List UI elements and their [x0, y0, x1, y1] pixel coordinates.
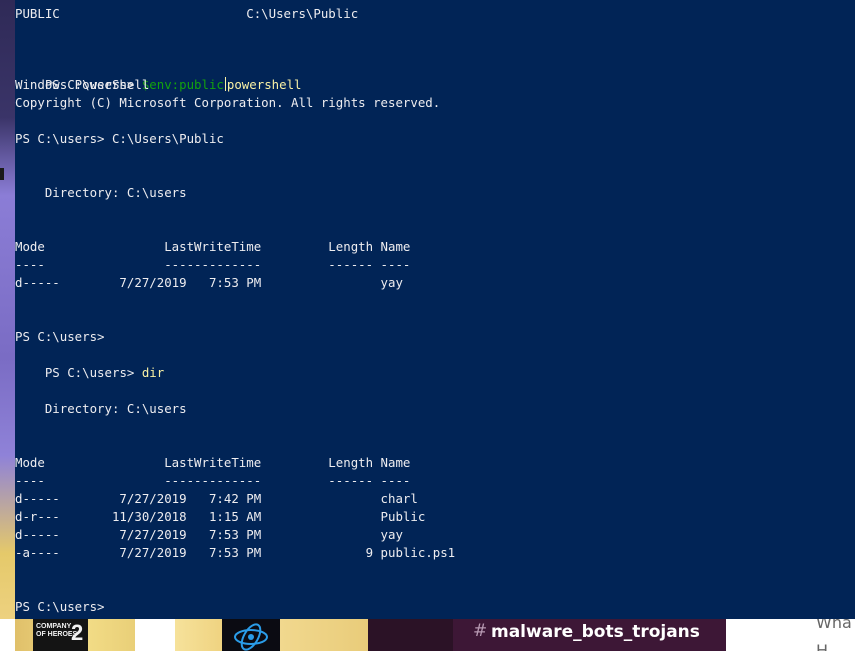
company-of-heroes-tile[interactable]: COMPANY OF HEROES 2 — [33, 619, 88, 651]
text-cursor-icon — [224, 77, 226, 91]
listing-column-rule: ---- ------------- ------ ---- — [15, 473, 411, 488]
background-web-page: Wha H — [726, 619, 855, 651]
listing-row: d----- 7/27/2019 7:42 PM charl — [15, 491, 418, 506]
console-prompt-line: PS C:\users> C:\Users\Public — [15, 131, 224, 146]
game-tile-number: 2 — [71, 620, 84, 645]
listing-column-headers: Mode LastWriteTime Length Name — [15, 455, 411, 470]
console-input-prompt[interactable]: PS C:\users> — [15, 598, 105, 616]
command-powershell: powershell — [226, 77, 302, 92]
command-dir: dir — [141, 365, 165, 380]
page-text-fragment: Wha — [816, 619, 852, 632]
background-dark-panel — [368, 619, 453, 651]
channel-hash-icon: # — [473, 621, 488, 641]
console-banner-copyright: Copyright (C) Microsoft Corporation. All… — [15, 95, 441, 110]
background-window-strip: COMPANY OF HEROES 2 # malware_bots_troja… — [0, 619, 855, 651]
channel-name: malware_bots_trojans — [491, 622, 700, 642]
desktop-edge-mark — [0, 168, 4, 180]
background-gap — [135, 619, 175, 651]
directory-header: Directory: C:\users — [15, 401, 187, 416]
console-prompt-line: PS C:\users> $env:public powershell — [15, 58, 302, 92]
directory-header: Directory: C:\users — [15, 185, 187, 200]
console-prompt-line: PS C:\users> — [15, 329, 105, 344]
console-banner-title: Windows PowerShell — [15, 77, 150, 92]
console-prompt-line: PS C:\users> dir — [15, 346, 164, 380]
listing-column-headers: Mode LastWriteTime Length Name — [15, 239, 411, 254]
desktop-background-strip — [0, 0, 15, 651]
console-line-partial-top: PUBLIC C:\Users\Public — [15, 6, 359, 21]
prompt-text: PS C:\users> — [44, 365, 142, 380]
background-artwork — [175, 619, 225, 651]
page-text-fragment: H — [816, 641, 829, 651]
command-env-public: $env:public — [141, 77, 224, 92]
listing-column-rule: ---- ------------- ------ ---- — [15, 257, 411, 272]
channel-banner[interactable]: # malware_bots_trojans — [453, 619, 726, 651]
listing-row: d-r--- 11/30/2018 1:15 AM Public — [15, 509, 426, 524]
background-artwork — [280, 619, 368, 651]
listing-row: d----- 7/27/2019 7:53 PM yay — [15, 275, 403, 290]
listing-row: -a---- 7/27/2019 7:53 PM 9 public.ps1 — [15, 545, 456, 560]
powershell-console-window[interactable]: PUBLIC C:\Users\Public PS C:\users> $env… — [15, 0, 855, 619]
battlenet-logo-icon — [234, 623, 268, 651]
battlenet-tile[interactable] — [222, 619, 280, 651]
listing-row: d----- 7/27/2019 7:53 PM yay — [15, 527, 403, 542]
